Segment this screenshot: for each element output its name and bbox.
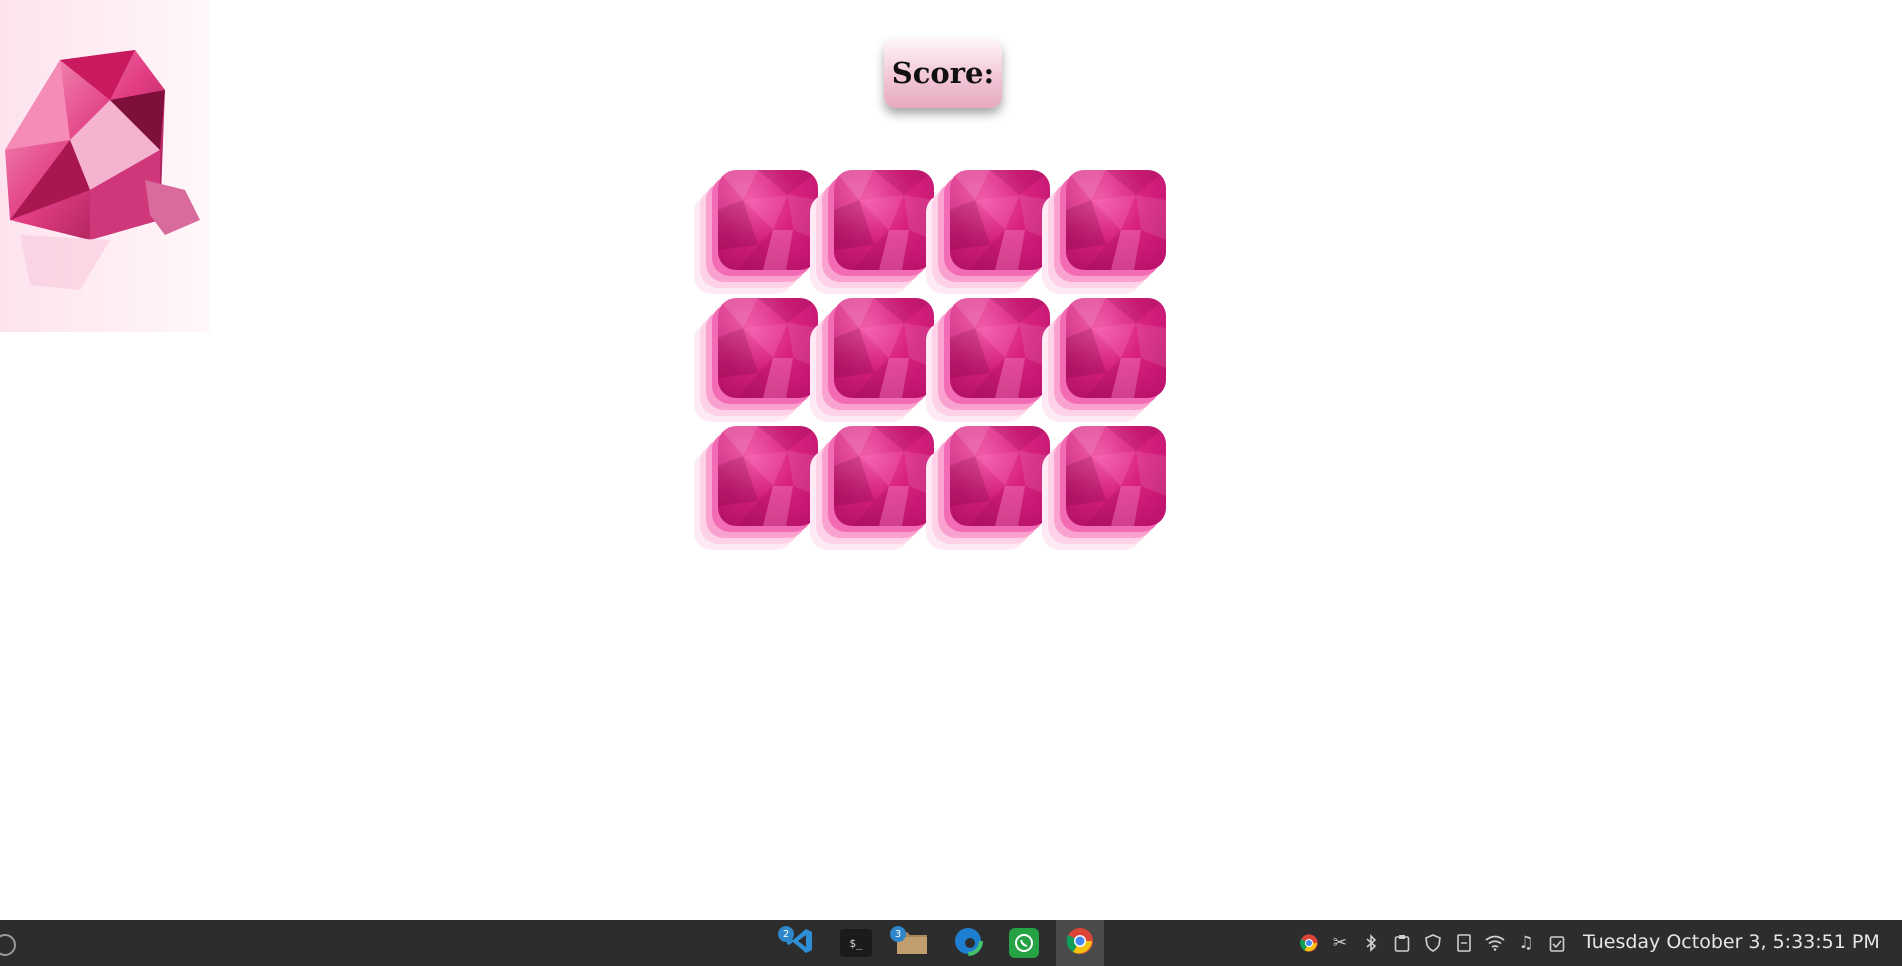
tray-wifi-icon[interactable] xyxy=(1484,932,1506,954)
whatsapp-app-button[interactable] xyxy=(1000,920,1048,966)
memory-card[interactable] xyxy=(950,298,1050,398)
edge-icon xyxy=(953,926,983,960)
window-count-badge: 3 xyxy=(890,926,906,942)
memory-card[interactable] xyxy=(834,298,934,398)
memory-card[interactable] xyxy=(1066,426,1166,526)
chrome-app-button[interactable] xyxy=(1056,920,1104,966)
taskbar: 2 $_ 3 ✂ ♫ Tuesday October 3, 5:33:51 PM xyxy=(0,920,1902,966)
taskbar-apps: 2 $_ 3 xyxy=(776,920,1104,966)
terminal-app-button[interactable]: $_ xyxy=(832,920,880,966)
tray-music-icon[interactable]: ♫ xyxy=(1515,932,1537,954)
tray-scissors-icon[interactable]: ✂ xyxy=(1329,932,1351,954)
memory-card[interactable] xyxy=(834,426,934,526)
clock[interactable]: Tuesday October 3, 5:33:51 PM xyxy=(1583,931,1880,953)
score-display: Score: xyxy=(884,38,1002,108)
edge-app-button[interactable] xyxy=(944,920,992,966)
tray-clipboard-check-icon[interactable] xyxy=(1546,932,1568,954)
tray-document-icon[interactable] xyxy=(1453,932,1475,954)
card-grid xyxy=(718,170,1166,526)
tray-shield-icon[interactable] xyxy=(1422,932,1444,954)
tray-bluetooth-icon[interactable] xyxy=(1360,932,1382,954)
terminal-icon: $_ xyxy=(840,929,872,957)
pink-diamond-icon xyxy=(5,50,200,290)
gem-decoration xyxy=(0,0,210,332)
tray-chrome-icon[interactable] xyxy=(1298,932,1320,954)
tray-clipboard-icon[interactable] xyxy=(1391,932,1413,954)
memory-card[interactable] xyxy=(950,426,1050,526)
chrome-icon xyxy=(1065,926,1095,960)
memory-card[interactable] xyxy=(718,170,818,270)
memory-card[interactable] xyxy=(718,426,818,526)
memory-card[interactable] xyxy=(834,170,934,270)
memory-card[interactable] xyxy=(1066,298,1166,398)
system-tray: ✂ ♫ xyxy=(1298,920,1568,966)
files-app-button[interactable]: 3 xyxy=(888,920,936,966)
system-menu-icon[interactable] xyxy=(0,934,16,956)
memory-card[interactable] xyxy=(1066,170,1166,270)
vscode-app-button[interactable]: 2 xyxy=(776,920,824,966)
whatsapp-icon xyxy=(1009,928,1039,958)
window-count-badge: 2 xyxy=(778,926,794,942)
memory-card[interactable] xyxy=(950,170,1050,270)
memory-card[interactable] xyxy=(718,298,818,398)
